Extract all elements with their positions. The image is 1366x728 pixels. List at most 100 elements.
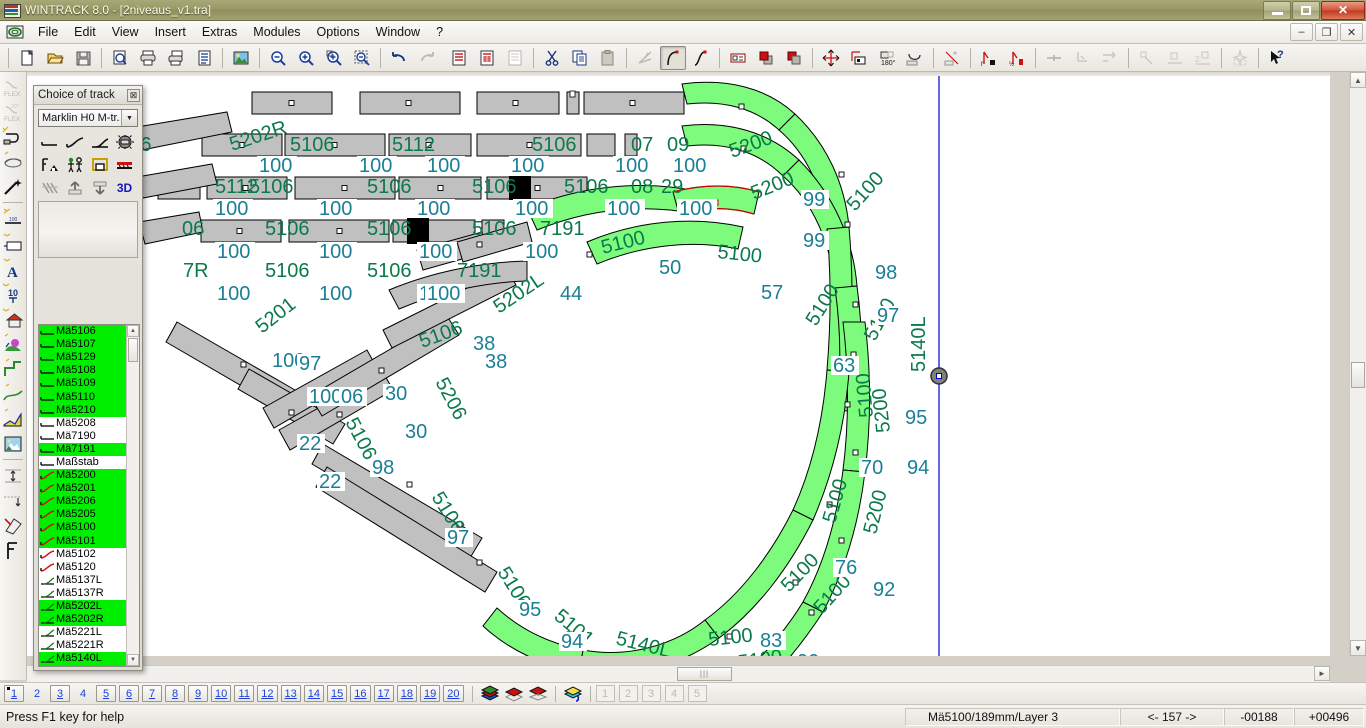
- turnout-icon[interactable]: [632, 46, 658, 70]
- save-file-icon[interactable]: [70, 46, 96, 70]
- cross-section-icon[interactable]: [1, 431, 25, 456]
- menu-edit[interactable]: Edit: [66, 22, 104, 42]
- layer-tab-1[interactable]: 1: [4, 685, 24, 702]
- track-list-item[interactable]: Mä5202R: [39, 613, 139, 627]
- all-layers-icon[interactable]: [478, 684, 502, 703]
- connect-icon[interactable]: [1041, 46, 1067, 70]
- properties-grid-icon[interactable]: [474, 46, 500, 70]
- track-list-item[interactable]: Mä5206: [39, 495, 139, 509]
- insert-roadbed-icon[interactable]: [1, 149, 25, 174]
- layer-tab-8[interactable]: 8: [165, 685, 185, 702]
- view-button-4[interactable]: 4: [664, 685, 684, 702]
- track-list-item[interactable]: Mä5202L: [39, 599, 139, 614]
- insert-polyline-icon[interactable]: [1, 356, 25, 381]
- magic-wand-icon[interactable]: [1, 174, 25, 199]
- track-list-item[interactable]: Mä5140R: [39, 665, 139, 666]
- list-scroll-down-button[interactable]: ▼: [127, 654, 139, 666]
- track-list-item[interactable]: Mä5205: [39, 508, 139, 522]
- scroll-right-button[interactable]: ►: [1314, 666, 1330, 681]
- layer-tab-14[interactable]: 14: [303, 685, 324, 702]
- print-icon[interactable]: [135, 46, 161, 70]
- print-layers-icon[interactable]: [163, 46, 189, 70]
- bridge-icon[interactable]: [113, 154, 136, 175]
- track-list-item[interactable]: Mä5137R: [39, 587, 139, 600]
- track-plan-canvas[interactable]: .art{fill:#0b7a4b;font-family:"Liberatio…: [27, 72, 1330, 656]
- layer-tab-3[interactable]: 3: [50, 685, 70, 702]
- menu-view[interactable]: View: [104, 22, 147, 42]
- label-box-icon[interactable]: [725, 46, 751, 70]
- import-icon[interactable]: [63, 177, 86, 198]
- track-list-item[interactable]: Mä5137L: [39, 574, 139, 587]
- track-list-item[interactable]: Mä7191: [39, 442, 139, 456]
- track-list-item[interactable]: Mä5140L: [39, 652, 139, 666]
- view-button-2[interactable]: 2: [618, 685, 638, 702]
- zoom-in-icon[interactable]: [293, 46, 319, 70]
- horizontal-scroll-thumb[interactable]: |||: [677, 667, 732, 681]
- menu-extras[interactable]: Extras: [194, 22, 245, 42]
- mdi-minimize-button[interactable]: –: [1290, 23, 1313, 41]
- layer-tab-6[interactable]: 6: [119, 685, 139, 702]
- effects-icon[interactable]: [1227, 46, 1253, 70]
- mdi-close-button[interactable]: ✕: [1340, 23, 1363, 41]
- layer-tab-2[interactable]: 2: [27, 685, 47, 702]
- insert-terrain-icon[interactable]: [1, 381, 25, 406]
- open-file-icon[interactable]: [42, 46, 68, 70]
- disconnect-icon[interactable]: [1069, 46, 1095, 70]
- track-list-item[interactable]: Mä7190: [39, 430, 139, 443]
- rotate-180-icon[interactable]: [902, 46, 928, 70]
- chevron-down-icon[interactable]: ▼: [121, 110, 137, 126]
- menu-insert[interactable]: Insert: [147, 22, 194, 42]
- view-button-1[interactable]: 1: [595, 685, 615, 702]
- track-list-item[interactable]: Mä5120: [39, 561, 139, 574]
- turntable-icon[interactable]: [113, 131, 136, 152]
- cut-icon[interactable]: [539, 46, 565, 70]
- eraser-icon[interactable]: [1, 513, 25, 538]
- track-list-item[interactable]: Mä5110: [39, 390, 139, 404]
- track-list-item[interactable]: Mä5201: [39, 482, 139, 496]
- track-list-item[interactable]: Mä5129: [39, 351, 139, 365]
- maximize-button[interactable]: [1292, 0, 1320, 20]
- accessory-icon[interactable]: [38, 154, 61, 175]
- figures-icon[interactable]: [63, 154, 86, 175]
- track-system-dropdown[interactable]: Marklin H0 M-tr. ▼: [38, 109, 138, 127]
- height-start-icon[interactable]: f: [976, 46, 1002, 70]
- list-scroll-thumb[interactable]: [128, 338, 138, 362]
- vertical-scroll-thumb[interactable]: [1351, 362, 1365, 388]
- split-track-icon[interactable]: [1097, 46, 1123, 70]
- delete-sheet-icon[interactable]: [502, 46, 528, 70]
- catenary-icon[interactable]: [38, 177, 61, 198]
- layer-tab-17[interactable]: 17: [373, 685, 394, 702]
- layer-tab-18[interactable]: 18: [396, 685, 417, 702]
- height-end-icon[interactable]: ½: [1004, 46, 1030, 70]
- track-list-item[interactable]: Mä5108: [39, 364, 139, 378]
- flex-track-angle-icon[interactable]: 20° FLEX: [1, 99, 25, 124]
- ruler-icon[interactable]: [1, 538, 25, 563]
- insert-dimension-icon[interactable]: 10: [1, 281, 25, 306]
- layer-tab-16[interactable]: 16: [350, 685, 371, 702]
- paste-icon[interactable]: [595, 46, 621, 70]
- menu-file[interactable]: File: [30, 22, 66, 42]
- snap-edge-icon[interactable]: [1162, 46, 1188, 70]
- track-list[interactable]: Mä5106 Mä5107 Mä5129 Mä5108 Mä5109 Mä5110 Mä52…: [38, 324, 140, 667]
- rotate-object-icon[interactable]: [846, 46, 872, 70]
- undo-icon[interactable]: [386, 46, 412, 70]
- horizontal-scrollbar[interactable]: ||| ►: [27, 665, 1330, 682]
- track-list-item[interactable]: Mä5221R: [39, 639, 139, 652]
- track-list-item[interactable]: Mä5200: [39, 469, 139, 483]
- move-object-icon[interactable]: [818, 46, 844, 70]
- platform-icon[interactable]: [88, 154, 111, 175]
- insert-building-icon[interactable]: [1, 306, 25, 331]
- panel-close-icon[interactable]: ⊠: [127, 88, 140, 102]
- print-preview-icon[interactable]: [107, 46, 133, 70]
- zoom-out-icon[interactable]: [265, 46, 291, 70]
- vertical-dimension-icon[interactable]: [1, 463, 25, 488]
- track-list-item[interactable]: Mä5107: [39, 338, 139, 352]
- track-list-item[interactable]: Maßstab: [39, 456, 139, 469]
- track-list-item[interactable]: Mä5100: [39, 521, 139, 535]
- export-icon[interactable]: [88, 177, 111, 198]
- layer-tab-7[interactable]: 7: [142, 685, 162, 702]
- snap-multi-icon[interactable]: 2: [1190, 46, 1216, 70]
- view-button-3[interactable]: 3: [641, 685, 661, 702]
- layer-tab-20[interactable]: 20: [443, 685, 464, 702]
- track-list-item[interactable]: Mä5109: [39, 377, 139, 391]
